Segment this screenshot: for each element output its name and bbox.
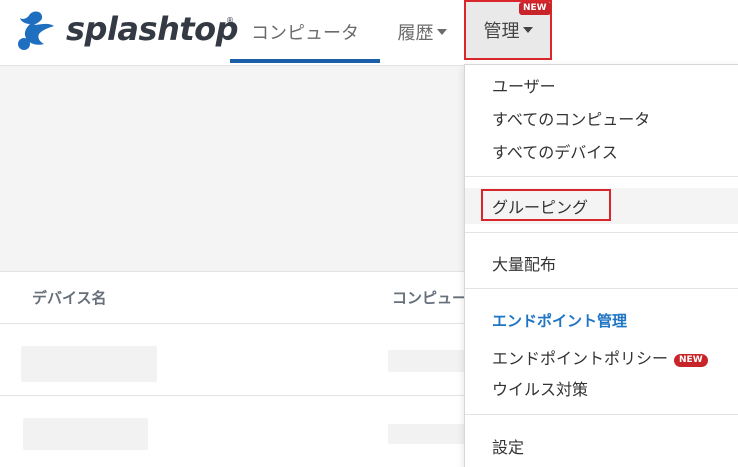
caret-down-icon: [436, 29, 447, 35]
logo-wordmark: splashtop: [66, 10, 239, 48]
nav-tab-computers-label: コンピュータ: [251, 23, 359, 44]
top-navbar: splashtop ® コンピュータ 履歴 管理 NEW: [0, 0, 738, 66]
new-badge: NEW: [674, 354, 708, 367]
column-header-computer[interactable]: コンピュータ: [392, 287, 464, 308]
menu-item-endpoint-policy[interactable]: エンドポイントポリシー NEW: [492, 345, 708, 369]
active-tab-indicator: [230, 59, 380, 63]
nav-tab-manage-label: 管理: [483, 21, 520, 42]
menu-item-settings[interactable]: 設定: [492, 434, 524, 458]
menu-divider: [465, 232, 738, 233]
splashtop-logo[interactable]: splashtop ®: [10, 8, 239, 54]
menu-section-endpoint-management: エンドポイント管理: [492, 312, 628, 330]
menu-item-grouping[interactable]: グルーピング: [492, 194, 588, 218]
manage-dropdown-menu: ユーザー すべてのコンピュータ すべてのデバイス グルーピング 大量配布 エンド…: [464, 64, 738, 467]
menu-item-endpoint-policy-label: エンドポイントポリシー: [492, 349, 669, 368]
loading-placeholder: [21, 346, 157, 382]
nav-tab-computers[interactable]: コンピュータ: [230, 0, 380, 64]
nav-tab-history[interactable]: 履歴: [388, 0, 456, 64]
loading-placeholder: [388, 424, 468, 444]
menu-item-all-computers[interactable]: すべてのコンピュータ: [492, 106, 650, 130]
loading-placeholder: [23, 418, 148, 450]
menu-item-users[interactable]: ユーザー: [492, 73, 556, 97]
menu-divider: [465, 288, 738, 289]
menu-item-antivirus[interactable]: ウイルス対策: [492, 376, 588, 400]
menu-divider: [465, 176, 738, 177]
splash-logo-icon: [18, 11, 54, 50]
loading-placeholder: [388, 350, 468, 372]
menu-item-all-devices[interactable]: すべてのデバイス: [492, 139, 618, 163]
nav-tab-history-label: 履歴: [397, 23, 434, 44]
new-badge: NEW: [519, 2, 551, 15]
caret-down-icon: [522, 27, 533, 33]
menu-item-mass-deploy[interactable]: 大量配布: [492, 251, 556, 275]
column-header-device-name[interactable]: デバイス名: [32, 287, 107, 308]
menu-divider: [465, 414, 738, 415]
